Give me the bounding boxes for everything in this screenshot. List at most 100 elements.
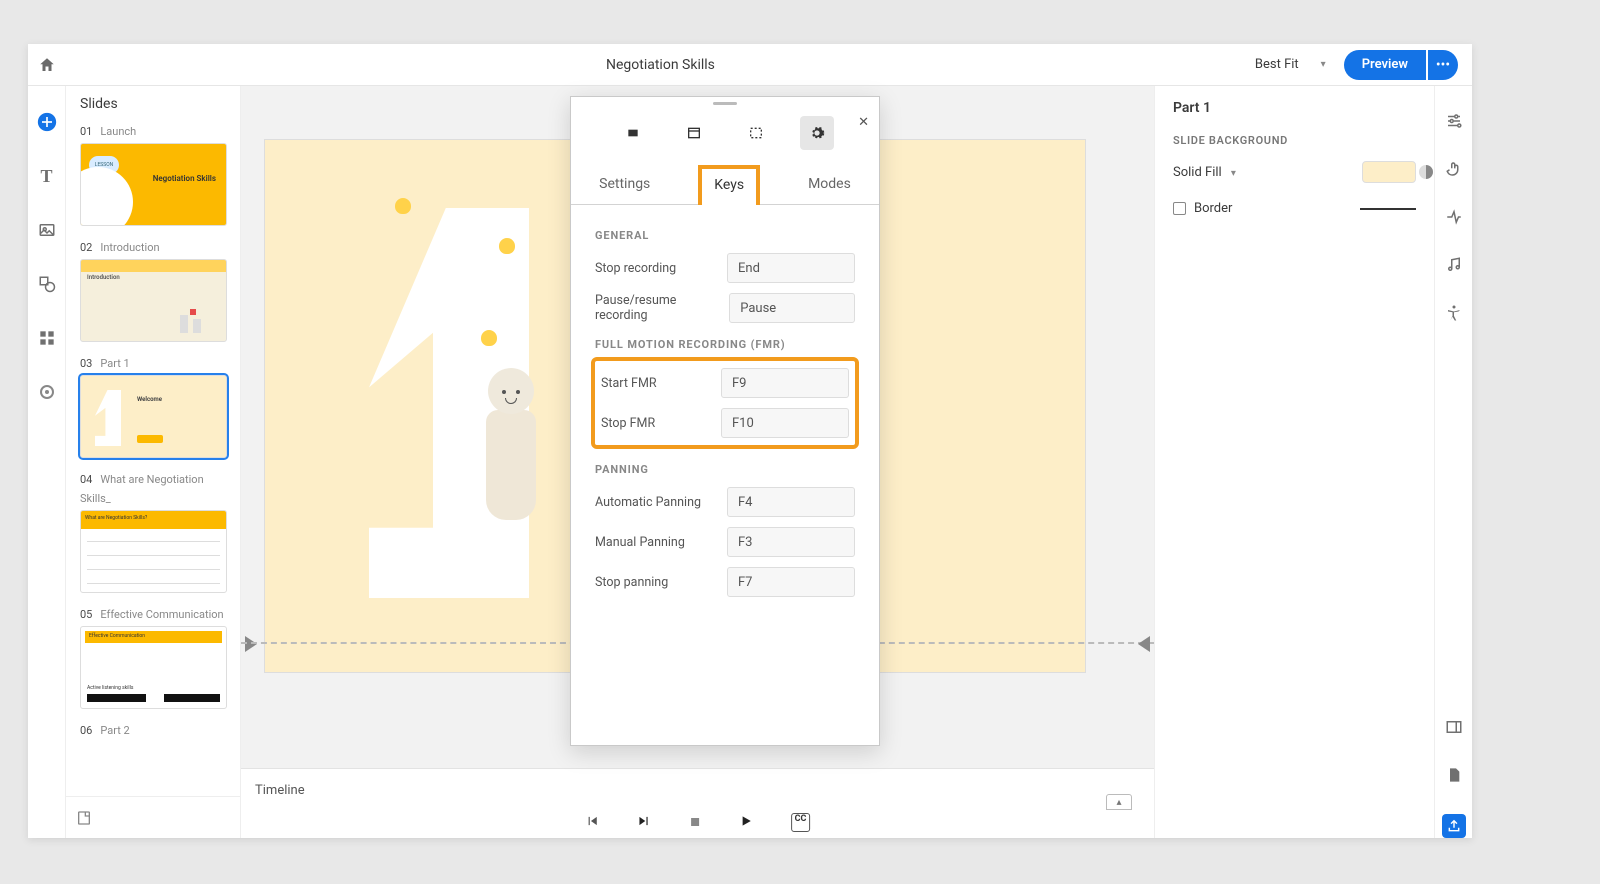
panel-tabs: Settings Keys Modes: [571, 157, 879, 205]
slide-thumbnail[interactable]: Welcome: [80, 375, 227, 458]
cc-icon[interactable]: CC: [791, 813, 811, 832]
slide-thumbnail[interactable]: What are Negotiation Skills?: [80, 510, 227, 593]
skip-back-icon[interactable]: [585, 813, 599, 832]
right-sidestrip: [1434, 86, 1472, 838]
timeline-expand-icon[interactable]: ▴: [1106, 794, 1132, 810]
section-general: GENERAL: [595, 229, 855, 242]
accessibility-icon[interactable]: [1445, 304, 1463, 322]
slides-header: Slides: [66, 86, 240, 116]
slide-number: 05: [80, 608, 92, 621]
key-input[interactable]: F4: [727, 487, 855, 517]
row-auto-panning: Automatic Panning F4: [595, 486, 855, 518]
panel-body: GENERAL Stop recording End Pause/resume …: [571, 205, 879, 616]
panel-icon[interactable]: [1445, 718, 1463, 736]
slide-thumbnail[interactable]: Introduction: [80, 259, 227, 342]
slide-item[interactable]: 01 Launch LESSON ?! Negotiation Skills: [80, 120, 226, 226]
slide-item[interactable]: 04 What are Negotiation Skills_ What are…: [80, 468, 226, 593]
timeline-arrow-right-icon[interactable]: [1138, 636, 1150, 652]
touch-icon[interactable]: [1445, 160, 1463, 178]
widgets-tool-icon[interactable]: [37, 328, 57, 348]
window-icon[interactable]: [677, 116, 711, 150]
image-tool-icon[interactable]: [37, 220, 57, 240]
properties-panel: Part 1 SLIDE BACKGROUND Solid Fill ▾ Bor…: [1154, 86, 1434, 838]
slide-name: Introduction: [100, 241, 159, 254]
tab-settings[interactable]: Settings: [591, 176, 658, 204]
key-input[interactable]: F9: [721, 368, 849, 398]
preview-button-group: Preview •••: [1344, 50, 1458, 80]
key-input[interactable]: F7: [727, 567, 855, 597]
row-stop-recording: Stop recording End: [595, 252, 855, 284]
slide-number: 02: [80, 241, 92, 254]
timeline-arrow-left-icon[interactable]: [245, 636, 257, 652]
preview-more-button[interactable]: •••: [1428, 50, 1458, 80]
audio-icon[interactable]: [1445, 256, 1463, 274]
panel-mode-icons: [571, 109, 879, 157]
section-fmr: FULL MOTION RECORDING (FMR): [595, 338, 855, 351]
recording-settings-panel: ✕ Settings Keys Modes GENERAL Stop recor…: [570, 96, 880, 746]
row-pause-recording: Pause/resume recording Pause: [595, 292, 855, 324]
timeline-controls: CC: [585, 813, 811, 832]
slide-graphic: [299, 158, 575, 638]
fullscreen-icon[interactable]: [616, 116, 650, 150]
sliders-icon[interactable]: [1445, 112, 1463, 130]
share-icon[interactable]: [1442, 814, 1466, 838]
row-stop-panning: Stop panning F7: [595, 566, 855, 598]
shape-tool-icon[interactable]: [37, 274, 57, 294]
slide-name: Part 2: [100, 724, 129, 737]
border-row: Border: [1173, 201, 1416, 216]
slide-item[interactable]: 06 Part 2: [80, 719, 226, 738]
gear-icon[interactable]: [800, 116, 834, 150]
tab-keys[interactable]: Keys: [698, 165, 760, 205]
step-forward-icon[interactable]: [637, 813, 651, 832]
slide-name: Effective Communication: [100, 608, 223, 621]
key-input[interactable]: End: [727, 253, 855, 283]
key-input[interactable]: F10: [721, 408, 849, 438]
left-toolstrip: T: [28, 86, 66, 838]
row-manual-panning: Manual Panning F3: [595, 526, 855, 558]
props-section-label: SLIDE BACKGROUND: [1173, 134, 1416, 147]
document-title: Negotiation Skills: [66, 57, 1255, 73]
play-icon[interactable]: [739, 813, 753, 832]
tab-modes[interactable]: Modes: [800, 176, 859, 204]
page-icon[interactable]: [1446, 766, 1462, 784]
timeline-label: Timeline: [255, 783, 305, 798]
key-input[interactable]: F3: [727, 527, 855, 557]
slide-thumbnail[interactable]: Effective Communication Active listening…: [80, 626, 227, 709]
slide-name: Launch: [100, 125, 136, 138]
close-icon[interactable]: ✕: [858, 115, 869, 130]
region-icon[interactable]: [739, 116, 773, 150]
stop-icon[interactable]: [689, 813, 701, 832]
slide-number: 04: [80, 473, 92, 486]
fill-swatch[interactable]: [1362, 161, 1416, 183]
effects-icon[interactable]: [1445, 208, 1463, 226]
home-icon[interactable]: [28, 56, 66, 74]
zoom-dropdown[interactable]: Best Fit ▾: [1255, 57, 1326, 72]
fill-row: Solid Fill ▾: [1173, 161, 1416, 183]
preview-button[interactable]: Preview: [1344, 50, 1426, 80]
timeline-panel: Timeline CC ▴: [241, 768, 1154, 838]
slides-footer: [66, 796, 240, 838]
slide-item[interactable]: 02 Introduction Introduction: [80, 236, 226, 342]
slide-name: What are Negotiation Skills_: [80, 473, 204, 505]
note-icon[interactable]: [76, 810, 92, 826]
slides-list[interactable]: 01 Launch LESSON ?! Negotiation Skills 0…: [66, 116, 240, 796]
top-bar: Negotiation Skills Best Fit ▾ Preview ••…: [28, 44, 1472, 86]
slide-thumbnail[interactable]: LESSON ?! Negotiation Skills: [80, 143, 227, 226]
fill-dropdown[interactable]: Solid Fill ▾: [1173, 165, 1236, 180]
record-tool-icon[interactable]: [37, 382, 57, 402]
key-input[interactable]: Pause: [729, 293, 855, 323]
add-icon[interactable]: [37, 112, 57, 132]
row-stop-fmr: Stop FMR F10: [601, 407, 849, 439]
text-tool-icon[interactable]: T: [37, 166, 57, 186]
slide-item[interactable]: 05 Effective Communication Effective Com…: [80, 603, 226, 709]
zoom-label: Best Fit: [1255, 57, 1299, 72]
panel-drag-handle[interactable]: [571, 97, 879, 109]
slide-name: Part 1: [100, 357, 129, 370]
slides-panel: Slides 01 Launch LESSON ?! Negotiation S…: [66, 86, 241, 838]
chevron-down-icon: ▾: [1321, 59, 1326, 70]
border-style-swatch[interactable]: [1360, 208, 1416, 210]
border-checkbox[interactable]: Border: [1173, 201, 1232, 216]
chevron-down-icon: ▾: [1231, 168, 1236, 179]
slide-item[interactable]: 03 Part 1 Welcome: [80, 352, 226, 458]
row-start-fmr: Start FMR F9: [601, 367, 849, 399]
